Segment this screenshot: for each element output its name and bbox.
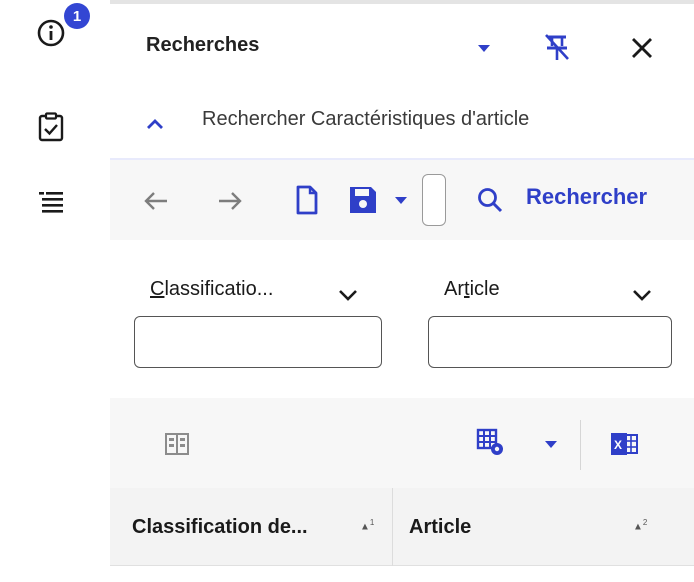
panel-header: Recherches <box>110 4 694 86</box>
grid-toolbar: X <box>110 398 694 488</box>
dropdown-caret-icon[interactable] <box>472 36 496 60</box>
sort-ascending-icon: ▲1 <box>360 518 375 533</box>
unpin-icon[interactable] <box>540 30 574 64</box>
search-section-header[interactable]: Rechercher Caractéristiques d'article <box>110 86 694 160</box>
toolbar-text-slot[interactable] <box>422 174 446 226</box>
clipboard-check-icon[interactable] <box>34 110 68 144</box>
new-document-icon[interactable] <box>292 182 322 218</box>
filter-label-article: Article <box>444 278 500 300</box>
list-view-icon[interactable] <box>34 186 68 220</box>
save-dropdown-caret-icon[interactable] <box>392 192 410 208</box>
section-label: Rechercher Caractéristiques d'article <box>202 108 530 130</box>
panel-title: Recherches <box>146 34 260 56</box>
classification-input[interactable] <box>134 316 382 368</box>
notification-badge: 1 <box>64 3 90 29</box>
excel-export-icon[interactable]: X <box>608 428 640 460</box>
chevron-up-icon[interactable] <box>144 114 166 134</box>
svg-text:X: X <box>614 438 622 452</box>
sort-ascending-icon: ▲2 <box>633 518 648 533</box>
column-label: Classification de... <box>132 516 308 538</box>
arrow-left-icon[interactable] <box>140 186 172 216</box>
column-chooser-icon[interactable] <box>162 430 192 458</box>
grid-header: Classification de... ▲1 Article ▲2 <box>110 488 694 566</box>
search-filters: Classificatio... Article <box>110 240 694 398</box>
article-input[interactable] <box>428 316 672 368</box>
grid-settings-caret-icon[interactable] <box>542 436 560 452</box>
info-icon[interactable] <box>34 16 68 50</box>
left-rail: 1 <box>0 0 110 582</box>
search-panel: Recherches Rechercher Caractéristiques d… <box>110 0 694 582</box>
search-icon[interactable] <box>474 184 506 216</box>
save-icon[interactable] <box>346 182 380 218</box>
search-toolbar: Rechercher <box>110 160 694 240</box>
close-icon[interactable] <box>626 32 658 64</box>
column-header-article[interactable]: Article ▲2 <box>393 488 694 566</box>
column-header-classification[interactable]: Classification de... ▲1 <box>110 488 392 566</box>
toolbar-divider <box>580 420 581 470</box>
grid-settings-icon[interactable] <box>472 424 508 460</box>
search-button[interactable]: Rechercher <box>526 184 647 210</box>
chevron-down-icon[interactable] <box>338 288 358 306</box>
filter-label-classification: Classificatio... <box>150 278 274 300</box>
column-label: Article <box>409 516 472 538</box>
chevron-down-icon[interactable] <box>632 288 652 306</box>
arrow-right-icon[interactable] <box>214 186 246 216</box>
